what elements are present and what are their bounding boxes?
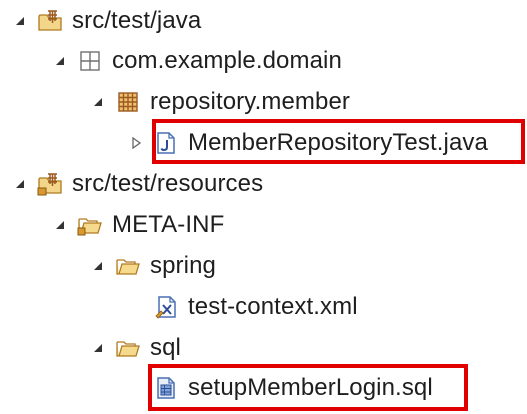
- collapsed-arrow-icon[interactable]: [126, 133, 146, 153]
- package-icon: [76, 47, 104, 75]
- tree-item-label: src/test/java: [72, 7, 202, 34]
- tree-item-label: src/test/resources: [72, 170, 264, 197]
- tree-item-label: META-INF: [112, 211, 225, 238]
- source-folder-icon: [36, 7, 64, 35]
- expanded-arrow-icon[interactable]: [50, 51, 70, 71]
- tree-item-sql[interactable]: sql: [88, 327, 181, 369]
- tree-item-label: MemberRepositoryTest.java: [188, 129, 488, 156]
- xml-file-icon: [152, 293, 180, 321]
- tree-item-label: com.example.domain: [112, 47, 342, 74]
- tree-item-setup-member-login-sql[interactable]: setupMemberLogin.sql: [126, 367, 433, 409]
- tree-item-repository-member[interactable]: repository.member: [88, 81, 350, 123]
- source-folder-icon: [36, 170, 64, 198]
- expanded-arrow-icon[interactable]: [88, 256, 108, 276]
- tree-item-src-test-java[interactable]: src/test/java: [10, 0, 201, 42]
- tree-item-label: repository.member: [150, 88, 350, 115]
- tree-item-label: test-context.xml: [188, 293, 358, 320]
- expanded-arrow-icon[interactable]: [10, 11, 30, 31]
- folder-icon: [114, 334, 142, 362]
- package-icon: [114, 88, 142, 116]
- sql-file-icon: [152, 374, 180, 402]
- tree-item-member-repository-test-java[interactable]: MemberRepositoryTest.java: [126, 122, 488, 164]
- tree-item-meta-inf[interactable]: META-INF: [50, 204, 224, 246]
- tree-item-test-context-xml[interactable]: test-context.xml: [126, 286, 358, 328]
- java-file-icon: [152, 129, 180, 157]
- expanded-arrow-icon[interactable]: [88, 92, 108, 112]
- tree-item-label: spring: [150, 252, 216, 279]
- tree-item-label: setupMemberLogin.sql: [188, 374, 433, 401]
- tree-item-label: sql: [150, 334, 181, 361]
- expanded-arrow-icon[interactable]: [10, 174, 30, 194]
- project-explorer-tree: src/test/java com.example.domain reposit…: [0, 0, 527, 414]
- expanded-arrow-icon[interactable]: [50, 215, 70, 235]
- expanded-arrow-icon[interactable]: [88, 338, 108, 358]
- tree-item-spring[interactable]: spring: [88, 245, 216, 287]
- tree-item-com-example-domain[interactable]: com.example.domain: [50, 40, 342, 82]
- tree-item-src-test-resources[interactable]: src/test/resources: [10, 163, 263, 205]
- folder-icon: [76, 211, 104, 239]
- folder-icon: [114, 252, 142, 280]
